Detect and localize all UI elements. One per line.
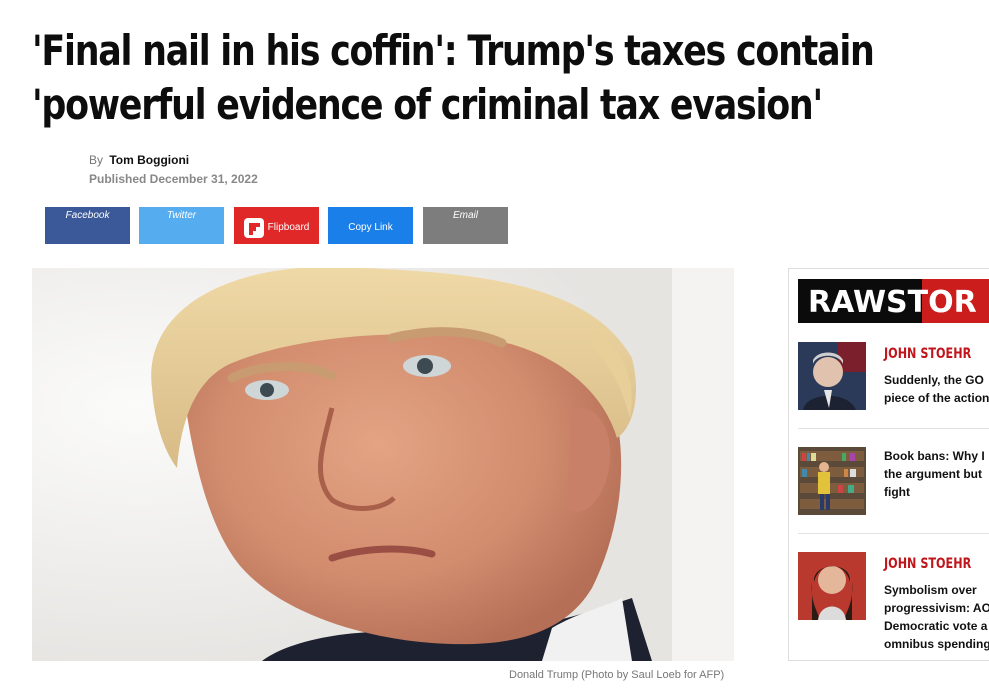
flipboard-icon [243, 217, 264, 238]
story-thumbnail[interactable] [798, 447, 866, 515]
twitter-share-button[interactable]: Twitter [139, 207, 224, 244]
story-title[interactable]: Symbolism over progressivism: AO Democra… [884, 581, 989, 653]
article-hero-image [32, 268, 734, 661]
sidebar-story[interactable]: JOHN STOEHR Symbolism over progressivism… [798, 552, 989, 651]
twitter-label: Twitter [166, 210, 197, 221]
byline: By Tom Boggioni [89, 153, 189, 167]
flipboard-label: Flipboard [267, 222, 310, 233]
author-link[interactable]: Tom Boggioni [109, 153, 189, 167]
story-thumbnail-image [798, 447, 866, 515]
by-label: By [89, 153, 104, 167]
story-title[interactable]: Book bans: Why I the argument but fight [884, 447, 989, 501]
raw-story-logo[interactable]: RAWSTOR [798, 279, 989, 323]
divider [798, 533, 989, 534]
story-thumbnail[interactable] [798, 342, 866, 410]
facebook-share-button[interactable]: Facebook [45, 207, 130, 244]
image-caption: Donald Trump (Photo by Saul Loeb for AFP… [509, 669, 725, 681]
article-headline: 'Final nail in his coffin': Trump's taxe… [32, 24, 875, 132]
portrait-illustration [32, 268, 734, 661]
story-author[interactable]: JOHN STOEHR [884, 346, 971, 362]
story-thumbnail-image [798, 342, 866, 410]
flipboard-share-button[interactable]: Flipboard [234, 207, 319, 244]
sidebar-story[interactable]: JOHN STOEHR Suddenly, the GO piece of th… [798, 342, 989, 410]
email-label: Email [452, 210, 478, 221]
story-title[interactable]: Suddenly, the GO piece of the action [884, 371, 989, 407]
published-date: Published December 31, 2022 [89, 172, 258, 186]
story-author[interactable]: JOHN STOEHR [884, 556, 971, 572]
story-thumbnail[interactable] [798, 552, 866, 620]
email-share-button[interactable]: Email [423, 207, 508, 244]
sidebar-story[interactable]: Book bans: Why I the argument but fight [798, 447, 989, 515]
sidebar-widget: RAWSTOR JOHN STOEHR Suddenly, the GO pie… [788, 268, 989, 661]
copy-link-label: Copy Link [348, 222, 393, 233]
divider [798, 428, 989, 429]
raw-story-logo-mark: RAWSTOR [798, 279, 989, 323]
headline-line-1: 'Final nail in his coffin': Trump's taxe… [32, 26, 875, 75]
copy-link-button[interactable]: Copy Link [328, 207, 413, 244]
story-thumbnail-image [798, 552, 866, 620]
headline-line-2: 'powerful evidence of criminal tax evasi… [32, 80, 823, 129]
logo-wordmark: RAWSTOR [808, 285, 977, 320]
facebook-label: Facebook [65, 210, 110, 221]
